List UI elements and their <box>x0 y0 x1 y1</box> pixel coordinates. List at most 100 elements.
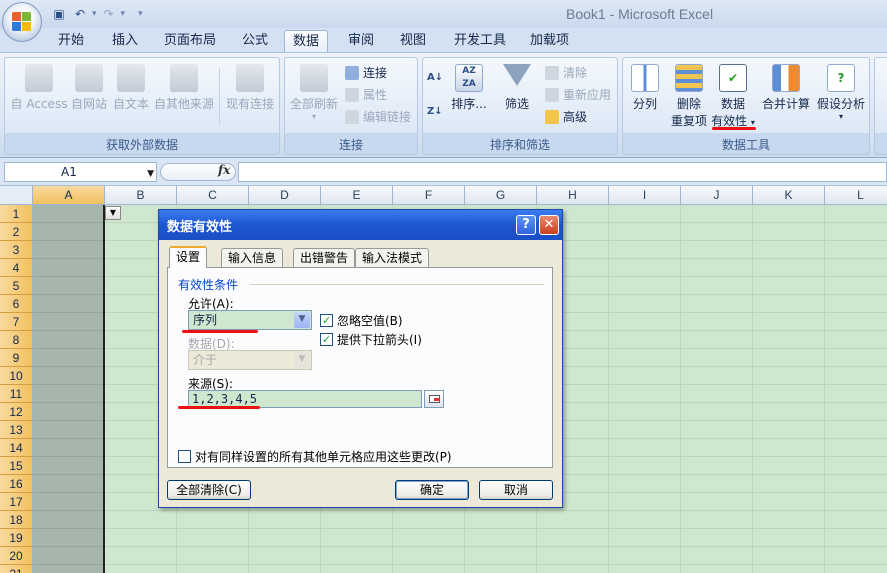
clear-filter-button[interactable]: 清除 <box>545 64 587 81</box>
row-header-11[interactable]: 11 <box>0 385 33 403</box>
row-header-9[interactable]: 9 <box>0 349 33 367</box>
filter-funnel-icon <box>503 64 531 86</box>
office-logo-icon <box>12 12 32 32</box>
customize-qat-icon[interactable]: ▾ <box>138 9 143 19</box>
tab-ime-mode[interactable]: 输入法模式 <box>355 248 430 268</box>
tab-page-layout[interactable]: 页面布局 <box>156 30 224 52</box>
formula-bar: A1 ▼ fx <box>0 158 887 186</box>
existing-connections-button[interactable]: 现有连接 <box>221 64 279 112</box>
column-header-e[interactable]: E <box>321 186 393 205</box>
refresh-all-button[interactable]: 全部刷新 ▾ <box>287 64 341 121</box>
tab-addins[interactable]: 加载项 <box>522 30 577 52</box>
ignore-blank-checkbox[interactable]: ✓ 忽略空值(B) <box>320 312 403 329</box>
row-header-12[interactable]: 12 <box>0 403 33 421</box>
advanced-filter-button[interactable]: 高级 <box>545 108 587 125</box>
from-access-button[interactable]: 自 Access <box>7 64 71 112</box>
column-header-c[interactable]: C <box>177 186 249 205</box>
row-header-4[interactable]: 4 <box>0 259 33 277</box>
dialog-title-bar: 数据有效性 ? ✕ <box>159 210 562 240</box>
column-header-f[interactable]: F <box>393 186 465 205</box>
consolidate-button[interactable]: 合并计算 <box>759 64 813 112</box>
name-box[interactable]: A1 ▼ <box>4 162 157 182</box>
tab-input-message[interactable]: 输入信息 <box>221 248 284 268</box>
tab-review[interactable]: 审阅 <box>340 30 382 52</box>
row-header-5[interactable]: 5 <box>0 277 33 295</box>
column-header-i[interactable]: I <box>609 186 681 205</box>
sort-descending-icon[interactable]: Z↓ <box>427 106 443 117</box>
apply-all-checkbox[interactable]: 对有同样设置的所有其他单元格应用这些更改(P) <box>178 448 452 465</box>
row-header-2[interactable]: 2 <box>0 223 33 241</box>
selected-column-a[interactable] <box>33 205 105 573</box>
column-header-k[interactable]: K <box>753 186 825 205</box>
undo-icon[interactable]: ↶ <box>71 5 89 23</box>
row-header-16[interactable]: 16 <box>0 475 33 493</box>
column-header-g[interactable]: G <box>465 186 537 205</box>
select-all-corner[interactable] <box>0 186 33 205</box>
tab-insert[interactable]: 插入 <box>104 30 146 52</box>
row-header-18[interactable]: 18 <box>0 511 33 529</box>
save-icon[interactable]: ▣ <box>50 5 68 23</box>
row-header-15[interactable]: 15 <box>0 457 33 475</box>
connections-button[interactable]: 连接 <box>345 64 387 81</box>
redo-icon[interactable]: ↷ <box>100 5 118 23</box>
office-button[interactable] <box>2 2 42 42</box>
row-header-19[interactable]: 19 <box>0 529 33 547</box>
tab-view[interactable]: 视图 <box>392 30 434 52</box>
from-text-button[interactable]: 自文本 <box>109 64 153 112</box>
sort-button[interactable]: AZ ZA 排序... <box>449 64 489 112</box>
row-header-20[interactable]: 20 <box>0 547 33 565</box>
row-header-7[interactable]: 7 <box>0 313 33 331</box>
row-header-13[interactable]: 13 <box>0 421 33 439</box>
close-icon[interactable]: ✕ <box>539 215 559 235</box>
tab-formulas[interactable]: 公式 <box>234 30 276 52</box>
tab-settings[interactable]: 设置 <box>169 246 208 268</box>
access-icon <box>25 64 53 92</box>
reapply-icon <box>545 87 559 102</box>
collapse-dialog-icon[interactable] <box>424 390 444 408</box>
tab-data[interactable]: 数据 <box>284 30 329 52</box>
column-header-d[interactable]: D <box>249 186 321 205</box>
clear-all-button[interactable]: 全部清除(C) <box>167 480 251 500</box>
cell-dropdown-arrow-icon[interactable]: ▼ <box>105 206 121 220</box>
tab-developer[interactable]: 开发工具 <box>446 30 514 52</box>
from-web-button[interactable]: 自网站 <box>67 64 111 112</box>
column-header-a[interactable]: A <box>33 186 105 205</box>
name-box-dropdown-icon[interactable]: ▼ <box>147 165 154 183</box>
what-if-analysis-button[interactable]: ? 假设分析 ▾ <box>813 64 869 121</box>
row-header-17[interactable]: 17 <box>0 493 33 511</box>
sort-ascending-icon[interactable]: A↓ <box>427 72 443 83</box>
column-header-b[interactable]: B <box>105 186 177 205</box>
ok-button[interactable]: 确定 <box>395 480 469 500</box>
row-header-3[interactable]: 3 <box>0 241 33 259</box>
row-header-1[interactable]: 1 <box>0 205 33 223</box>
in-cell-dropdown-checkbox[interactable]: ✓ 提供下拉箭头(I) <box>320 331 422 348</box>
tab-error-alert[interactable]: 出错警告 <box>293 248 356 268</box>
data-validation-button[interactable]: ✔ 数据 有效性 ▾ <box>711 64 755 129</box>
row-header-14[interactable]: 14 <box>0 439 33 457</box>
edit-links-button[interactable]: 编辑链接 <box>345 108 411 125</box>
row-header-6[interactable]: 6 <box>0 295 33 313</box>
formula-input[interactable] <box>238 162 887 182</box>
column-header-l[interactable]: L <box>825 186 887 205</box>
row-header-21[interactable]: 21 <box>0 565 33 573</box>
reapply-button[interactable]: 重新应用 <box>545 86 611 103</box>
filter-button[interactable]: 筛选 <box>497 64 537 112</box>
consolidate-icon <box>772 64 800 92</box>
title-bar: ▣ ↶ ▾ ↷ ▾ ▾ Book1 - Microsoft Excel <box>0 0 887 28</box>
undo-dropdown-icon[interactable]: ▾ <box>92 9 97 19</box>
column-header-h[interactable]: H <box>537 186 609 205</box>
insert-function-icon[interactable]: fx <box>218 163 230 177</box>
chevron-down-icon[interactable]: ▼ <box>294 312 310 328</box>
column-header-j[interactable]: J <box>681 186 753 205</box>
help-icon[interactable]: ? <box>516 215 536 235</box>
properties-button[interactable]: 属性 <box>345 86 387 103</box>
tab-home[interactable]: 开始 <box>50 30 92 52</box>
remove-duplicates-button[interactable]: 删除 重复项 <box>667 64 711 129</box>
row-header-8[interactable]: 8 <box>0 331 33 349</box>
row-header-10[interactable]: 10 <box>0 367 33 385</box>
text-to-columns-button[interactable]: 分列 <box>625 64 665 112</box>
redo-dropdown-icon[interactable]: ▾ <box>121 9 126 19</box>
from-other-sources-button[interactable]: 自其他来源 <box>151 64 217 112</box>
cancel-button[interactable]: 取消 <box>479 480 553 500</box>
allow-select[interactable]: 序列 ▼ <box>188 310 312 330</box>
